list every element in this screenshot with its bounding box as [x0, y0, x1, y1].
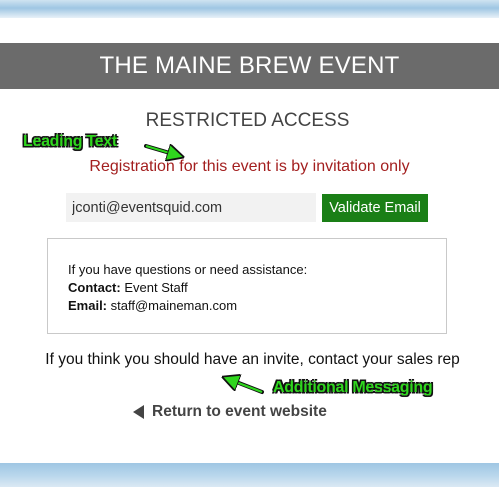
annotation-arrow-additional-icon — [0, 0, 264, 394]
